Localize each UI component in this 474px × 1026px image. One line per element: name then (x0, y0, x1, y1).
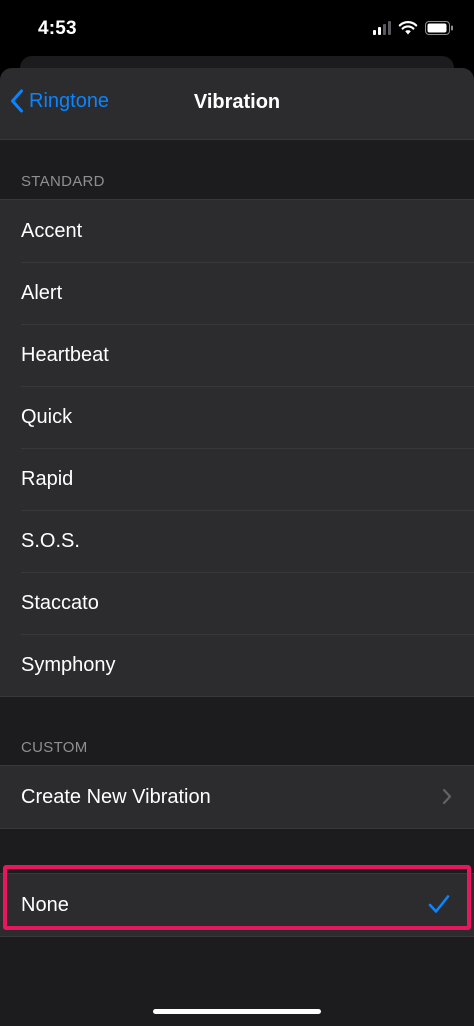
status-time: 4:53 (38, 18, 77, 39)
vibration-option-none[interactable]: None (0, 874, 474, 936)
none-label: None (21, 893, 69, 916)
wifi-icon (398, 21, 418, 35)
chevron-right-icon (442, 788, 452, 805)
screen: 4:53 Ringtone Vibration STANDARD Accent … (0, 0, 474, 1026)
custom-list: Create New Vibration (0, 765, 474, 829)
vibration-option-accent[interactable]: Accent (0, 200, 474, 262)
status-bar: 4:53 (0, 0, 474, 58)
battery-icon (425, 20, 453, 35)
create-new-vibration-button[interactable]: Create New Vibration (0, 766, 474, 828)
vibration-option-sos[interactable]: S.O.S. (0, 510, 474, 572)
vibration-option-rapid[interactable]: Rapid (0, 448, 474, 510)
vibration-sheet: Ringtone Vibration STANDARD Accent Alert… (0, 68, 474, 1026)
none-list: None (0, 873, 474, 937)
vibration-option-heartbeat[interactable]: Heartbeat (0, 324, 474, 386)
create-new-vibration-label: Create New Vibration (21, 785, 211, 808)
standard-section-header: STANDARD (21, 173, 105, 190)
vibration-option-quick[interactable]: Quick (0, 386, 474, 448)
home-indicator[interactable] (153, 1009, 321, 1014)
vibration-option-symphony[interactable]: Symphony (0, 634, 474, 696)
standard-list: Accent Alert Heartbeat Quick Rapid S.O.S… (0, 199, 474, 697)
vibration-option-staccato[interactable]: Staccato (0, 572, 474, 634)
vibration-option-alert[interactable]: Alert (0, 262, 474, 324)
checkmark-icon (428, 895, 450, 913)
custom-section-header: CUSTOM (21, 739, 88, 756)
none-section: None (0, 865, 474, 937)
page-title: Vibration (193, 91, 281, 113)
navigation-bar: Ringtone Vibration (0, 68, 474, 140)
status-icons (373, 20, 454, 35)
cellular-signal-icon (373, 20, 391, 35)
